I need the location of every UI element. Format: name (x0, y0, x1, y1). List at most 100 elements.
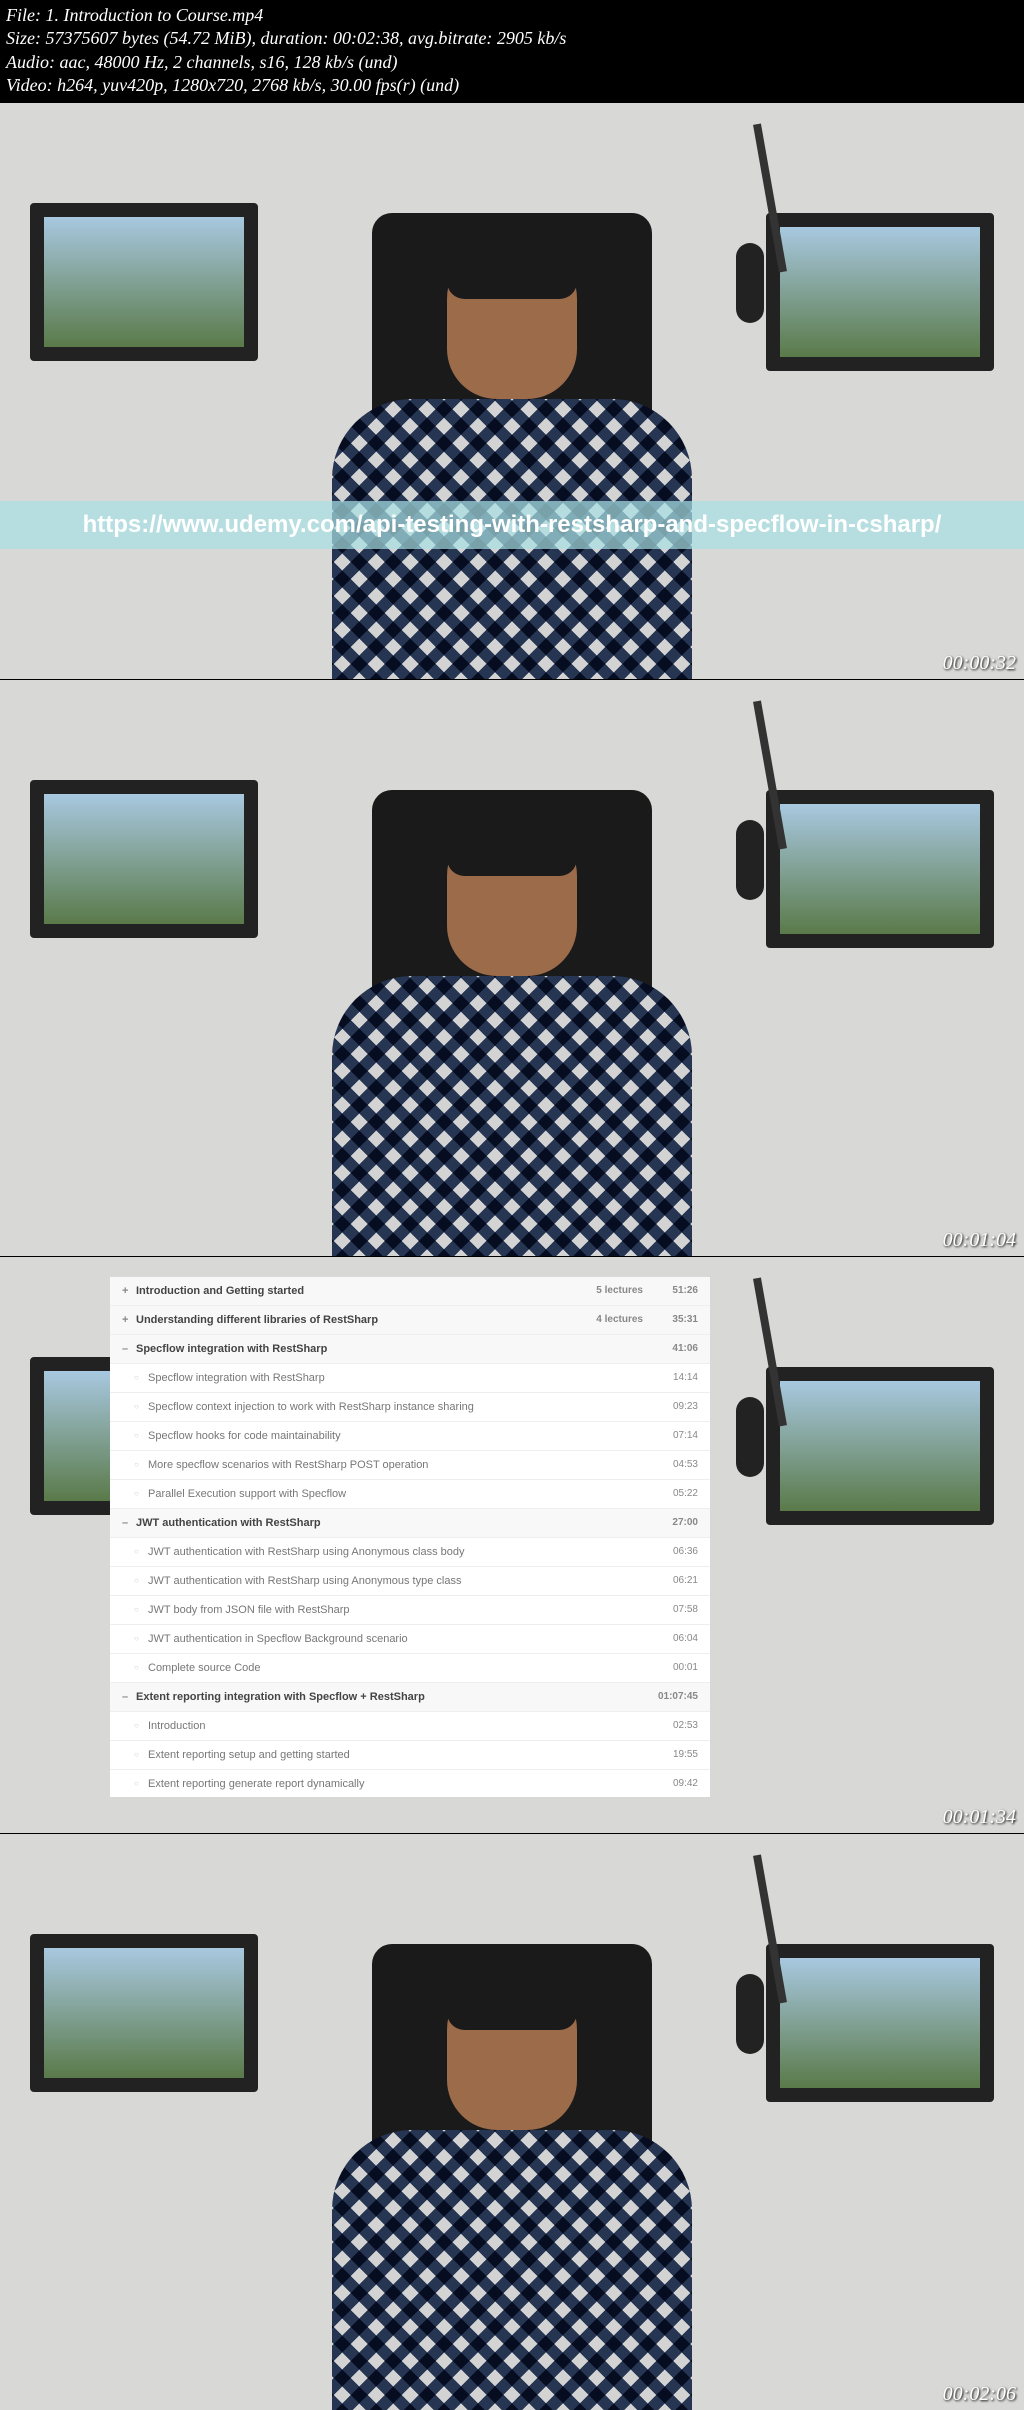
lecture-count: 5 lectures (573, 1285, 643, 1296)
section-duration: 27:00 (643, 1517, 698, 1528)
lecture-title: Specflow integration with RestSharp (148, 1372, 643, 1384)
lecture-item[interactable]: ○Extent reporting generate report dynami… (110, 1770, 710, 1797)
section-duration: 01:07:45 (643, 1691, 698, 1702)
play-icon: ○ (134, 1402, 148, 1411)
expand-icon: – (122, 1343, 136, 1355)
lecture-item[interactable]: ○Specflow hooks for code maintainability… (110, 1422, 710, 1451)
monitor-right (766, 1367, 994, 1525)
file-info-size: Size: 57375607 bytes (54.72 MiB), durati… (6, 27, 1018, 50)
lecture-duration: 05:22 (643, 1488, 698, 1499)
lecture-title: JWT authentication with RestSharp using … (148, 1575, 643, 1587)
lecture-title: Parallel Execution support with Specflow (148, 1488, 643, 1500)
section-header[interactable]: +Understanding different libraries of Re… (110, 1306, 710, 1335)
presenter (302, 1930, 722, 2410)
presenter (302, 776, 722, 1256)
lecture-count: 4 lectures (573, 1314, 643, 1325)
monitor-right (766, 790, 994, 948)
video-frame-3: +Introduction and Getting started5 lectu… (0, 1256, 1024, 1833)
lecture-title: Introduction (148, 1720, 643, 1732)
lecture-item[interactable]: ○JWT authentication in Specflow Backgrou… (110, 1625, 710, 1654)
file-info-video: Video: h264, yuv420p, 1280x720, 2768 kb/… (6, 74, 1018, 97)
section-title: Understanding different libraries of Res… (136, 1314, 573, 1326)
section-title: Introduction and Getting started (136, 1285, 573, 1297)
lecture-title: JWT body from JSON file with RestSharp (148, 1604, 643, 1616)
lecture-duration: 09:23 (643, 1401, 698, 1412)
section-title: Extent reporting integration with Specfl… (136, 1691, 573, 1703)
url-banner: https://www.udemy.com/api-testing-with-r… (0, 501, 1024, 549)
monitor-right (766, 1944, 994, 2102)
microphone (714, 1277, 794, 1477)
timestamp: 00:01:34 (943, 1806, 1016, 1829)
lecture-title: Extent reporting generate report dynamic… (148, 1778, 643, 1790)
lecture-duration: 07:58 (643, 1604, 698, 1615)
monitor-left (30, 780, 258, 938)
microphone (714, 1854, 794, 2054)
play-icon: ○ (134, 1721, 148, 1730)
section-header[interactable]: –JWT authentication with RestSharp 27:00 (110, 1509, 710, 1538)
lecture-duration: 04:53 (643, 1459, 698, 1470)
presenter (302, 199, 722, 679)
lecture-item[interactable]: ○JWT authentication with RestSharp using… (110, 1567, 710, 1596)
play-icon: ○ (134, 1489, 148, 1498)
play-icon: ○ (134, 1663, 148, 1672)
lecture-item[interactable]: ○Parallel Execution support with Specflo… (110, 1480, 710, 1509)
lecture-title: JWT authentication in Specflow Backgroun… (148, 1633, 643, 1645)
play-icon: ○ (134, 1431, 148, 1440)
lecture-duration: 06:04 (643, 1633, 698, 1644)
lecture-item[interactable]: ○Extent reporting setup and getting star… (110, 1741, 710, 1770)
play-icon: ○ (134, 1373, 148, 1382)
monitor-left (30, 203, 258, 361)
play-icon: ○ (134, 1605, 148, 1614)
section-title: JWT authentication with RestSharp (136, 1517, 573, 1529)
play-icon: ○ (134, 1779, 148, 1788)
lecture-title: Complete source Code (148, 1662, 643, 1674)
lecture-item[interactable]: ○More specflow scenarios with RestSharp … (110, 1451, 710, 1480)
section-header[interactable]: +Introduction and Getting started5 lectu… (110, 1277, 710, 1306)
file-info-file: File: 1. Introduction to Course.mp4 (6, 4, 1018, 27)
lecture-item[interactable]: ○Specflow integration with RestSharp14:1… (110, 1364, 710, 1393)
play-icon: ○ (134, 1634, 148, 1643)
lecture-duration: 06:36 (643, 1546, 698, 1557)
timestamp: 00:01:04 (943, 1229, 1016, 1252)
lecture-duration: 19:55 (643, 1749, 698, 1760)
lecture-duration: 09:42 (643, 1778, 698, 1789)
section-title: Specflow integration with RestSharp (136, 1343, 573, 1355)
section-duration: 41:06 (643, 1343, 698, 1354)
file-info-audio: Audio: aac, 48000 Hz, 2 channels, s16, 1… (6, 51, 1018, 74)
expand-icon: – (122, 1517, 136, 1529)
play-icon: ○ (134, 1547, 148, 1556)
curriculum-panel: +Introduction and Getting started5 lectu… (110, 1277, 710, 1797)
section-duration: 35:31 (643, 1314, 698, 1325)
lecture-item[interactable]: ○JWT body from JSON file with RestSharp0… (110, 1596, 710, 1625)
lecture-title: JWT authentication with RestSharp using … (148, 1546, 643, 1558)
play-icon: ○ (134, 1460, 148, 1469)
video-frame-2: 00:01:04 (0, 679, 1024, 1256)
expand-icon: + (122, 1285, 136, 1297)
file-info-block: File: 1. Introduction to Course.mp4 Size… (0, 0, 1024, 102)
lecture-duration: 07:14 (643, 1430, 698, 1441)
microphone (714, 123, 794, 323)
lecture-duration: 00:01 (643, 1662, 698, 1673)
video-frame-4: 00:02:06 (0, 1833, 1024, 2410)
lecture-title: More specflow scenarios with RestSharp P… (148, 1459, 643, 1471)
play-icon: ○ (134, 1576, 148, 1585)
lecture-duration: 14:14 (643, 1372, 698, 1383)
section-duration: 51:26 (643, 1285, 698, 1296)
section-header[interactable]: –Specflow integration with RestSharp 41:0… (110, 1335, 710, 1364)
timestamp: 00:02:06 (943, 2383, 1016, 2406)
expand-icon: – (122, 1691, 136, 1703)
section-header[interactable]: –Extent reporting integration with Specf… (110, 1683, 710, 1712)
lecture-title: Extent reporting setup and getting start… (148, 1749, 643, 1761)
lecture-duration: 02:53 (643, 1720, 698, 1731)
lecture-title: Specflow context injection to work with … (148, 1401, 643, 1413)
lecture-item[interactable]: ○Complete source Code00:01 (110, 1654, 710, 1683)
video-frame-1: https://www.udemy.com/api-testing-with-r… (0, 102, 1024, 679)
lecture-item[interactable]: ○Introduction02:53 (110, 1712, 710, 1741)
lecture-duration: 06:21 (643, 1575, 698, 1586)
play-icon: ○ (134, 1750, 148, 1759)
expand-icon: + (122, 1314, 136, 1326)
timestamp: 00:00:32 (943, 652, 1016, 675)
monitor-left (30, 1934, 258, 2092)
lecture-item[interactable]: ○JWT authentication with RestSharp using… (110, 1538, 710, 1567)
lecture-item[interactable]: ○Specflow context injection to work with… (110, 1393, 710, 1422)
